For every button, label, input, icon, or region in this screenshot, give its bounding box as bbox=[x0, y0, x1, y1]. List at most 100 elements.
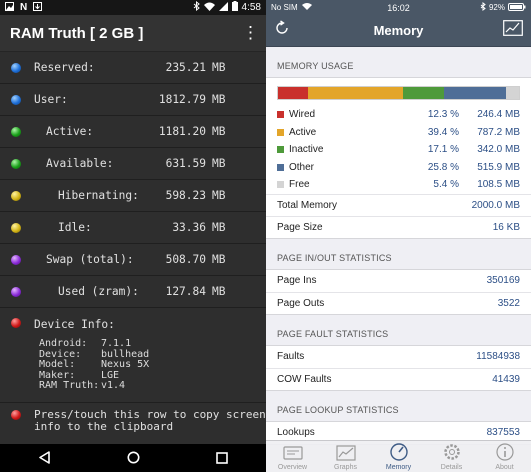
ios-status-bar: No SIM 16:02 92% bbox=[266, 0, 531, 15]
legend-swatch bbox=[277, 128, 284, 136]
bullet-icon bbox=[11, 287, 21, 297]
tab-about[interactable]: About bbox=[478, 441, 531, 472]
app-bar: RAM Truth [ 2 GB ] ⋮ bbox=[0, 15, 266, 52]
page-ins-row: Page Ins 350169 bbox=[266, 270, 531, 292]
legend-swatch bbox=[277, 111, 284, 119]
stat-value: 631.59 bbox=[165, 157, 206, 170]
ios-nav-bar: Memory bbox=[266, 15, 531, 47]
device-info-key: Model: bbox=[39, 359, 76, 370]
faults-value: 11584938 bbox=[476, 351, 520, 362]
page-size-row: Page Size 16 KB bbox=[266, 215, 531, 238]
stat-label: Idle: bbox=[58, 221, 92, 234]
bullet-icon bbox=[11, 127, 21, 137]
device-info-key: Maker: bbox=[39, 369, 76, 381]
device-info-item: Model: Nexus 5X bbox=[39, 360, 149, 370]
memory-stat-row: Available: 631.59 MB bbox=[0, 148, 266, 180]
tab-label: Memory bbox=[385, 464, 412, 471]
graph-icon[interactable] bbox=[503, 20, 523, 41]
total-memory-label: Total Memory bbox=[277, 199, 338, 211]
download-notification-icon bbox=[33, 1, 43, 14]
cow-faults-label: COW Faults bbox=[277, 373, 332, 385]
tab-memory[interactable]: Memory bbox=[372, 441, 425, 472]
battery-icon bbox=[231, 1, 238, 14]
stat-value: 127.84 bbox=[165, 285, 206, 298]
legend-swatch bbox=[277, 146, 284, 154]
legend-row-active: Active 39.4 % 787.2 MB bbox=[266, 124, 531, 142]
device-info-value: Nexus 5X bbox=[101, 359, 150, 370]
legend-mb: 515.9 MB bbox=[477, 161, 520, 173]
device-info-row[interactable]: Device Info: Android: 7.1.1 Device: bullhea… bbox=[0, 308, 266, 403]
device-info-label: Device Info: bbox=[34, 318, 115, 331]
device-info-item: RAM Truth: v1.4 bbox=[39, 381, 125, 391]
lookups-label: Lookups bbox=[277, 427, 315, 438]
device-info-key: RAM Truth: bbox=[39, 380, 100, 391]
legend-row-inactive: Inactive 17.1 % 342.0 MB bbox=[266, 141, 531, 159]
bullet-icon bbox=[11, 159, 21, 169]
legend-name: Other bbox=[289, 161, 315, 173]
legend-name: Free bbox=[289, 179, 310, 191]
tab-bar: Overview Graphs Memory Details About bbox=[266, 440, 531, 472]
overflow-menu-icon[interactable]: ⋮ bbox=[242, 24, 259, 41]
wifi-icon bbox=[203, 2, 215, 14]
copy-to-clipboard-row[interactable]: Press/touch this row to copy screen info… bbox=[0, 403, 266, 433]
bullet-icon bbox=[11, 191, 21, 201]
stat-value: 1812.79 bbox=[158, 93, 206, 106]
legend-name: Inactive bbox=[289, 144, 324, 156]
stat-unit: MB bbox=[212, 285, 226, 298]
back-icon[interactable] bbox=[38, 449, 51, 468]
android-nav-bar bbox=[0, 444, 266, 472]
device-info-value: bullhead bbox=[101, 348, 150, 360]
nav-title: Memory bbox=[373, 23, 424, 38]
legend-percent: 39.4 % bbox=[427, 126, 459, 138]
gear-icon bbox=[443, 443, 461, 464]
stat-value: 235.21 bbox=[165, 61, 206, 74]
memory-stat-row: Used (zram): 127.84 MB bbox=[0, 276, 266, 308]
faults-label: Faults bbox=[277, 351, 305, 362]
stat-value: 33.36 bbox=[172, 221, 206, 234]
graphs-icon bbox=[335, 445, 356, 464]
stat-unit: MB bbox=[212, 221, 226, 234]
signal-icon bbox=[218, 1, 228, 14]
tab-overview[interactable]: Overview bbox=[266, 441, 319, 472]
android-status-bar: N 4:58 bbox=[0, 0, 266, 15]
tab-graphs[interactable]: Graphs bbox=[319, 441, 372, 472]
tab-label: Graphs bbox=[334, 464, 357, 471]
home-icon[interactable] bbox=[127, 449, 140, 468]
ios-status-time: 16:02 bbox=[387, 2, 410, 13]
memory-legend: Wired 12.3 % 246.4 MB Active 39.4 % 787.2 MB I… bbox=[266, 106, 531, 194]
memory-gauge-icon bbox=[389, 443, 409, 464]
legend-mb: 108.5 MB bbox=[477, 179, 520, 191]
memory-stat-row: Hibernating: 598.23 MB bbox=[0, 180, 266, 212]
lookups-value: 837553 bbox=[486, 427, 520, 438]
stat-value: 508.70 bbox=[165, 253, 206, 266]
tab-details[interactable]: Details bbox=[425, 441, 478, 472]
recents-icon[interactable] bbox=[216, 449, 228, 468]
memory-stat-row: Idle: 33.36 MB bbox=[0, 212, 266, 244]
stat-label: Active: bbox=[46, 125, 94, 138]
stat-label: User: bbox=[34, 93, 68, 106]
cow-faults-row: COW Faults 41439 bbox=[266, 367, 531, 390]
legend-swatch bbox=[277, 181, 284, 189]
device-info-value: 7.1.1 bbox=[101, 338, 132, 349]
legend-mb: 246.4 MB bbox=[477, 109, 520, 121]
stat-label: Hibernating: bbox=[58, 189, 139, 202]
info-icon bbox=[495, 443, 514, 464]
refresh-icon[interactable] bbox=[274, 20, 290, 41]
legend-percent: 17.1 % bbox=[427, 144, 459, 156]
red-bullet-icon bbox=[11, 410, 21, 420]
tab-label: Overview bbox=[277, 464, 308, 471]
ios-screen: No SIM 16:02 92% Memory MEMORY USAGE Wir… bbox=[266, 0, 531, 472]
bar-segment-other bbox=[443, 87, 506, 99]
page-ins-value: 350169 bbox=[486, 275, 520, 286]
legend-mb: 787.2 MB bbox=[477, 126, 520, 138]
n-notification-icon: N bbox=[20, 2, 28, 13]
memory-usage-bar bbox=[277, 86, 520, 100]
stat-label: Swap (total): bbox=[46, 253, 134, 266]
legend-swatch bbox=[277, 163, 284, 171]
page-fault-section: Faults 11584938 COW Faults 41439 bbox=[266, 344, 531, 391]
stat-label: Reserved: bbox=[34, 61, 95, 74]
legend-mb: 342.0 MB bbox=[477, 144, 520, 156]
memory-stat-row: User: 1812.79 MB bbox=[0, 84, 266, 116]
bullet-icon bbox=[11, 223, 21, 233]
page-outs-label: Page Outs bbox=[277, 297, 325, 309]
